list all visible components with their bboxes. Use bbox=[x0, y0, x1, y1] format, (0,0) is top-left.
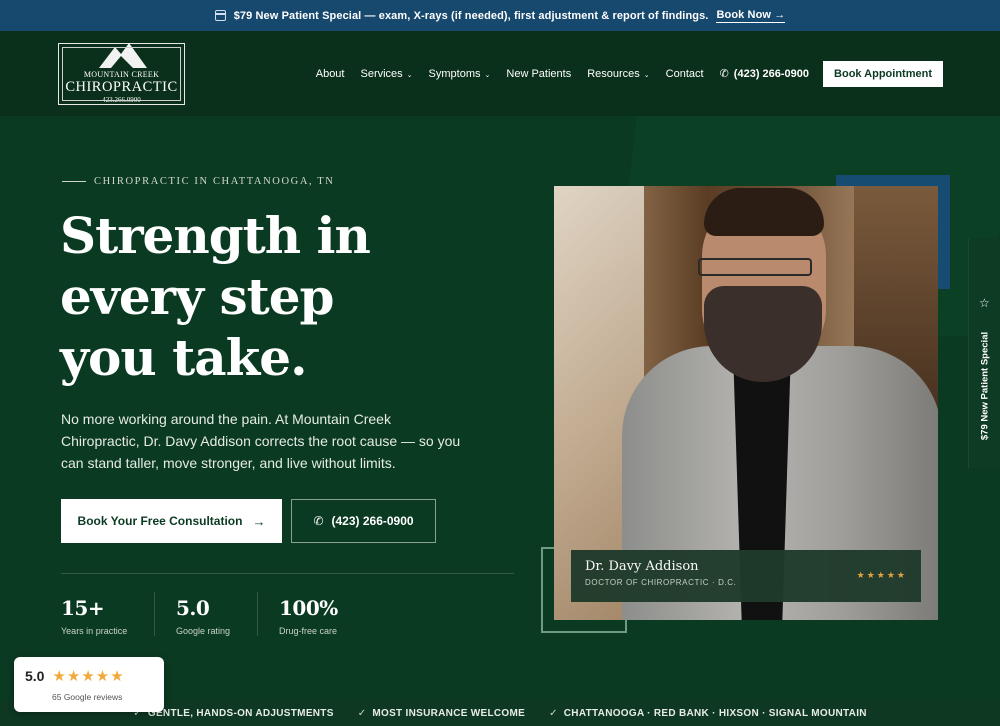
hero-title: Strength in every step you take. bbox=[60, 205, 500, 388]
stat-label: Years in practice bbox=[61, 626, 128, 636]
google-rating-row: 5.0 ★★★★★ bbox=[25, 667, 153, 685]
hero-eyebrow: CHIROPRACTIC IN CHATTANOOGA, TN bbox=[62, 176, 335, 187]
nav-item-contact[interactable]: Contact bbox=[666, 68, 704, 80]
logo[interactable]: MOUNTAIN CREEK CHIROPRACTIC 423.266.0900 bbox=[58, 43, 185, 105]
stat-value: 100% bbox=[279, 596, 338, 620]
stat-separator bbox=[154, 592, 155, 636]
ribbon-text: MOST INSURANCE WELCOME bbox=[372, 707, 526, 719]
hero-description: No more working around the pain. At Moun… bbox=[61, 411, 461, 471]
ribbon-item: ✓ MOST INSURANCE WELCOME bbox=[358, 708, 525, 719]
announcement-book-now-link[interactable]: Book Now → bbox=[716, 9, 786, 23]
nav-label: About bbox=[315, 67, 345, 80]
logo-line-1: MOUNTAIN CREEK bbox=[83, 70, 160, 79]
ribbon-item: ✓ CHATTANOOGA · RED BANK · HIXSON · SIGNA… bbox=[549, 708, 867, 719]
chevron-down-icon: ⌄ bbox=[406, 71, 413, 79]
call-phone-button[interactable]: ✆ (423) 266-0900 bbox=[291, 499, 436, 543]
star-icon: ☆ bbox=[979, 296, 990, 310]
hero-title-line-2: every step bbox=[60, 267, 334, 326]
ribbon-text: GENTLE, HANDS-ON ADJUSTMENTS bbox=[147, 707, 334, 719]
announcement-text: $79 New Patient Special — exam, X-rays (… bbox=[233, 9, 709, 22]
nav-item-about[interactable]: About bbox=[316, 68, 345, 80]
call-phone-label: (423) 266-0900 bbox=[331, 514, 414, 528]
ribbon-text: CHATTANOOGA · RED BANK · HIXSON · SIGNAL… bbox=[563, 707, 867, 719]
book-appointment-button[interactable]: Book Appointment bbox=[823, 60, 943, 87]
stat-value: 15+ bbox=[61, 596, 105, 620]
new-patient-special-tab[interactable]: ☆ $79 New Patient Special bbox=[968, 238, 1000, 468]
arrow-right-icon: → bbox=[252, 513, 266, 529]
stat-years: 15+ Years in practice bbox=[61, 596, 127, 636]
mountain-icon bbox=[99, 43, 147, 68]
doctor-name-card: Dr. Davy Addison DOCTOR OF CHIROPRACTIC … bbox=[571, 550, 921, 602]
nav-item-symptoms[interactable]: Symptoms ⌄ bbox=[429, 68, 491, 80]
stat-label: Drug-free care bbox=[279, 626, 338, 636]
nav-phone-link[interactable]: ✆ (423) 266-0900 bbox=[719, 67, 810, 81]
stat-label: Google rating bbox=[176, 626, 231, 636]
photo-glasses bbox=[698, 258, 812, 276]
site-header: MOUNTAIN CREEK CHIROPRACTIC 423.266.0900… bbox=[0, 31, 1000, 116]
eyebrow-text: CHIROPRACTIC IN CHATTANOOGA, TN bbox=[94, 176, 335, 187]
stat-separator bbox=[257, 592, 258, 636]
nav-label: Resources bbox=[587, 67, 640, 80]
calendar-icon bbox=[214, 10, 226, 21]
nav-label: New Patients bbox=[506, 67, 572, 80]
eyebrow-line bbox=[62, 181, 86, 182]
chevron-down-icon: ⌄ bbox=[643, 71, 650, 79]
stat-value: 5.0 bbox=[176, 596, 210, 620]
nav-phone-number: (423) 266-0900 bbox=[733, 67, 810, 80]
nav-item-new-patients[interactable]: New Patients bbox=[506, 68, 571, 80]
nav-item-services[interactable]: Services ⌄ bbox=[360, 68, 412, 80]
phone-icon: ✆ bbox=[313, 514, 324, 528]
google-score: 5.0 bbox=[25, 668, 45, 684]
hero-title-line-3: you take. bbox=[60, 328, 308, 387]
nav-label: Symptoms bbox=[428, 67, 481, 80]
photo-hair bbox=[704, 188, 824, 236]
ribbon-item: ✓ GENTLE, HANDS-ON ADJUSTMENTS bbox=[133, 708, 334, 719]
rating-stars: ★★★★★ bbox=[856, 570, 907, 580]
phone-icon: ✆ bbox=[719, 68, 729, 80]
announcement-bar: $79 New Patient Special — exam, X-rays (… bbox=[0, 0, 1000, 31]
chevron-down-icon: ⌄ bbox=[484, 71, 491, 79]
stats-divider bbox=[61, 573, 514, 574]
main-nav: About Services ⌄ Symptoms ⌄ New Patients R… bbox=[316, 31, 1000, 116]
logo-phone: 423.266.0900 bbox=[102, 96, 141, 104]
check-icon: ✓ bbox=[549, 707, 558, 719]
side-tab-label: $79 New Patient Special bbox=[979, 331, 991, 441]
check-icon: ✓ bbox=[357, 707, 367, 719]
nav-label: Services bbox=[360, 67, 403, 80]
hero-title-line-1: Strength in bbox=[60, 206, 371, 265]
google-review-count: 65 Google reviews bbox=[52, 692, 123, 702]
book-consultation-button[interactable]: Book Your Free Consultation → bbox=[61, 499, 282, 543]
stat-rating: 5.0 Google rating bbox=[176, 596, 230, 636]
logo-line-2: CHIROPRACTIC bbox=[65, 79, 178, 95]
consultation-label: Book Your Free Consultation bbox=[77, 514, 243, 528]
stat-drug-free: 100% Drug-free care bbox=[279, 596, 338, 636]
google-reviews-card[interactable]: 5.0 ★★★★★ 65 Google reviews bbox=[14, 657, 164, 712]
nav-label: Contact bbox=[665, 67, 704, 80]
nav-item-resources[interactable]: Resources ⌄ bbox=[587, 68, 649, 80]
google-stars: ★★★★★ bbox=[52, 668, 125, 685]
